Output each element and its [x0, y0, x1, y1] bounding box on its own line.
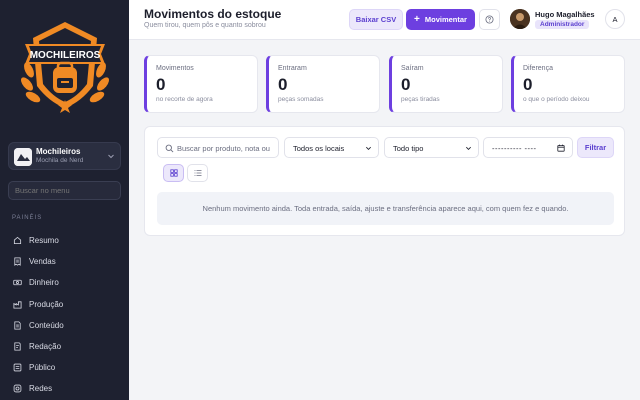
month-date-input[interactable]: ---------- ---- [483, 137, 573, 158]
stat-value: 0 [156, 75, 166, 94]
stat-card-movimentos: Movimentos 0 no recorte de agora [144, 55, 258, 113]
grid-view-toggle[interactable] [163, 164, 184, 182]
type-select-value: Todo tipo [393, 144, 424, 153]
stat-card-entraram: Entraram 0 peças somadas [266, 55, 380, 113]
stat-value: 0 [278, 75, 288, 94]
document-icon [14, 321, 21, 330]
brand-subtitle: Mochila de Nerd [36, 157, 84, 164]
move-stock-button[interactable]: + Movimentar [406, 9, 475, 30]
sidebar-item-resumo[interactable]: Resumo [8, 230, 121, 251]
factory-icon [13, 301, 22, 309]
sidebar-item-label: Redes [29, 384, 53, 394]
stat-label: Diferença [523, 65, 553, 72]
location-select-value: Todos os locais [293, 144, 345, 153]
user-avatar[interactable] [510, 9, 530, 29]
section-label: PAINÉIS [12, 215, 43, 221]
brand-switcher[interactable]: Mochileiros Mochila de Nerd [8, 142, 121, 170]
download-csv-button[interactable]: Baixar CSV [349, 9, 403, 30]
sidebar-item-label: Produção [29, 299, 64, 309]
sidebar-item-label: Redação [29, 342, 62, 352]
page-title: Movimentos do estoque [144, 7, 282, 21]
sidebar-item-conteudo[interactable]: Conteúdo [8, 315, 121, 336]
calendar-icon[interactable] [557, 144, 565, 152]
brand-avatar [14, 148, 32, 166]
account-menu-button[interactable]: A [605, 9, 625, 29]
list-view-toggle[interactable] [187, 164, 208, 182]
chevron-down-icon [466, 146, 471, 150]
sidebar-item-label: Resumo [29, 236, 59, 246]
sidebar-item-label: Vendas [29, 257, 56, 267]
stat-note: peças somadas [278, 96, 324, 103]
svg-text:MOCHILEIROS: MOCHILEIROS [30, 50, 101, 61]
sidebar-item-label: Conteúdo [29, 320, 64, 330]
search-input[interactable] [177, 141, 277, 155]
type-select[interactable]: Todo tipo [384, 137, 479, 158]
help-button[interactable] [479, 9, 500, 30]
sidebar-item-redes[interactable]: Redes [8, 378, 121, 399]
page-subtitle: Quem tirou, quem pôs e quanto sobrou [144, 22, 266, 29]
help-icon [485, 15, 494, 24]
stat-card-diferenca: Diferença 0 o que o período deixou [511, 55, 625, 113]
user-name: Hugo Magalhães [535, 10, 595, 19]
sidebar-item-vendas[interactable]: Vendas [8, 251, 121, 272]
chevron-down-icon [366, 146, 371, 150]
sidebar: MOCHILEIROS Mochileiros Mochila de Nerd … [0, 0, 129, 400]
mochileiros-logo[interactable]: MOCHILEIROS [15, 8, 115, 118]
sidebar-nav: Resumo Vendas Dinheiro Produção Conteúdo… [8, 230, 121, 400]
sidebar-item-dinheiro[interactable]: Dinheiro [8, 272, 121, 293]
stat-label: Entraram [278, 65, 307, 72]
move-stock-label: Movimentar [424, 15, 467, 24]
sidebar-item-publico[interactable]: Público [8, 357, 121, 378]
sidebar-item-producao[interactable]: Produção [8, 294, 121, 315]
home-icon [13, 236, 22, 245]
chevron-down-icon [108, 154, 114, 159]
search-box [157, 137, 279, 158]
user-role-badge: Administrador [535, 20, 590, 29]
menu-search-input[interactable] [8, 181, 121, 200]
grid-icon [169, 169, 178, 177]
plus-icon: + [414, 13, 420, 25]
receipt-icon [14, 257, 21, 267]
top-header: Movimentos do estoque Quem tirou, quem p… [129, 0, 640, 40]
users-icon [13, 363, 22, 372]
search-icon [165, 144, 174, 153]
stat-note: o que o período deixou [523, 96, 590, 103]
empty-state-message: Nenhum movimento ainda. Toda entrada, sa… [157, 192, 614, 225]
stat-value: 0 [523, 75, 533, 94]
sidebar-item-redacao[interactable]: Redação [8, 336, 121, 357]
stat-value: 0 [401, 75, 411, 94]
movements-panel: Todos os locais Todo tipo ---------- ---… [144, 126, 625, 236]
filter-button[interactable]: Filtrar [577, 137, 614, 158]
sidebar-item-label: Dinheiro [29, 278, 59, 288]
stat-note: peças tiradas [401, 96, 440, 103]
stat-card-sairam: Saíram 0 peças tiradas [389, 55, 503, 113]
brand-name: Mochileiros [36, 147, 81, 156]
instagram-icon [13, 385, 22, 393]
stat-note: no recorte de agora [156, 96, 213, 103]
stat-label: Saíram [401, 65, 424, 72]
date-value: ---------- ---- [492, 144, 537, 153]
pen-icon [14, 342, 21, 351]
location-select[interactable]: Todos os locais [284, 137, 379, 158]
sidebar-item-label: Público [29, 363, 56, 373]
stat-label: Movimentos [156, 65, 194, 72]
list-icon [194, 170, 201, 176]
money-icon [13, 280, 22, 286]
